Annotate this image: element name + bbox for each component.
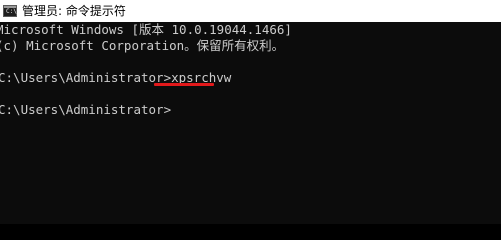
console-line-copyright: (c) Microsoft Corporation。保留所有权利。 [0, 38, 285, 53]
console-line-version: Microsoft Windows [版本 10.0.19044.1466] [0, 22, 292, 37]
title-bar[interactable]: C:\ 管理员: 命令提示符 [0, 0, 501, 22]
window-title: 管理员: 命令提示符 [22, 4, 126, 18]
icon-prompt-glyph: C:\ [6, 8, 17, 15]
prompt-text: C:\Users\Administrator> [0, 70, 172, 85]
console-app-icon[interactable]: C:\ [3, 5, 17, 17]
command-highlight-underline [154, 83, 214, 86]
command-prompt-window: C:\ 管理员: 命令提示符 Microsoft Windows [版本 10.… [0, 0, 501, 224]
console-line-prompt: C:\Users\Administrator> [0, 102, 172, 117]
console-output-area[interactable]: Microsoft Windows [版本 10.0.19044.1466] (… [0, 22, 501, 224]
